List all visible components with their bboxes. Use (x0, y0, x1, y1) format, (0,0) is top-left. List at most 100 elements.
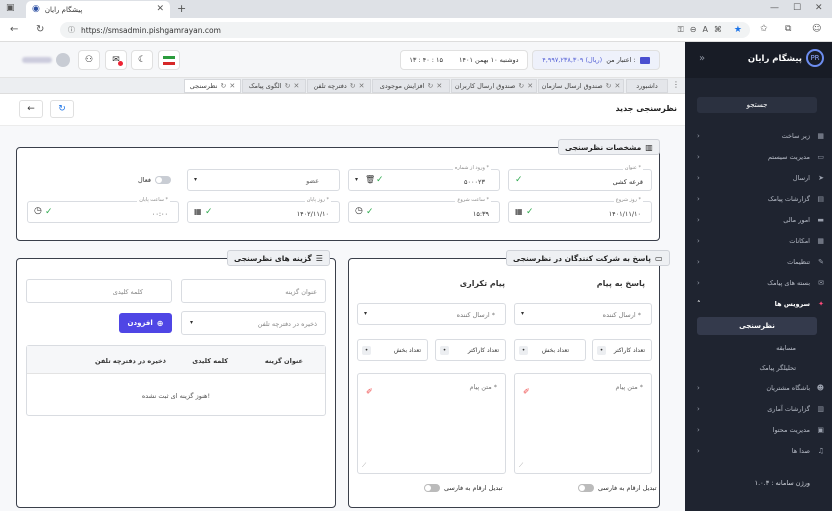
browser-tab[interactable]: ◉ پیشگام رایان ✕ (26, 1, 170, 18)
close-tab-icon[interactable]: ✕ (359, 82, 365, 90)
active-toggle[interactable] (154, 176, 171, 184)
close-tab-icon[interactable]: ✕ (293, 82, 299, 90)
sender-number-select[interactable]: ورود از شماره * ۵۰۰۰۲۳ ▾ 🗑 ✓ (348, 165, 500, 191)
key-icon[interactable]: ⚿ (678, 26, 684, 34)
keyword-input[interactable]: کلمه کلیدی (26, 279, 172, 303)
end-date-field[interactable]: روز پایان * ۱۴۰۲/۱۱/۱۰ ▦ ✓ (187, 197, 340, 223)
brand-logo-icon: PR (806, 49, 824, 67)
tab-dashboard[interactable]: داشبورد (626, 79, 668, 93)
notification-dot (118, 61, 123, 66)
network-button[interactable]: ⚇ (78, 50, 100, 70)
end-time-field[interactable]: ساعت پایان * ۰۰:۰۰ ◷ ✓ (27, 197, 179, 223)
option-title-input[interactable]: عنوان گزینه (181, 279, 326, 303)
reply-sender-select[interactable]: ارسال کننده * ▾ (514, 303, 652, 325)
sidebar-item-packages[interactable]: › بسته های پیامک ✉ (685, 275, 832, 290)
url-field[interactable]: ⓘ https://smsadmin.pishgamrayan.com ⚿ ⊖ … (60, 22, 750, 38)
tab-add-credit[interactable]: افزایش موجودی ↻ ✕ (372, 79, 450, 93)
calendar-icon[interactable]: ▦ (194, 207, 202, 216)
reload-icon[interactable]: ↻ (36, 25, 44, 35)
profile-icon[interactable]: ☺ (812, 25, 821, 34)
messages-button[interactable]: ✉ (105, 50, 127, 70)
sidebar-item-send[interactable]: › ارسال ➤ (685, 170, 832, 185)
plus-circle-icon: ⊕ (156, 318, 164, 328)
eraser-icon[interactable]: ✐ (366, 387, 373, 396)
refresh-button[interactable]: ↻ (50, 100, 74, 118)
dark-mode-button[interactable]: ☾ (131, 50, 153, 70)
collections-icon[interactable]: ⧉ (785, 25, 791, 34)
trash-icon[interactable]: 🗑 (365, 175, 375, 184)
eraser-icon[interactable]: ✐ (523, 387, 530, 396)
reload-tab-icon[interactable]: ↻ (350, 82, 356, 90)
favorites-icon[interactable]: ✩ (760, 25, 768, 34)
reload-tab-icon[interactable]: ↻ (285, 82, 291, 90)
resize-handle-icon[interactable]: ⟋ (519, 462, 523, 470)
sidebar-item-audio[interactable]: › صدا ها ♫ (685, 443, 832, 458)
search-button[interactable]: جستجو (697, 97, 817, 113)
sidebar-item-settings[interactable]: › تنظیمات ✎ (685, 254, 832, 269)
reply-message-textarea[interactable]: متن پیام * ✐ ⟋ (514, 373, 652, 474)
sidebar-subitem-analyzer[interactable]: تحلیلگر پیامک (685, 360, 832, 375)
minimize-icon[interactable]: — (770, 4, 779, 13)
close-window-icon[interactable]: ✕ (815, 4, 823, 13)
tab-sms-pattern[interactable]: الگوی پیامک ↻ ✕ (242, 79, 306, 93)
sidebar-item-stats[interactable]: › گزارشات آماری ▥ (685, 401, 832, 416)
sidebar-item-system[interactable]: › مدیریت سیستم ▭ (685, 149, 832, 164)
back-arrow-icon[interactable]: ← (10, 25, 18, 35)
reload-tab-icon[interactable]: ↻ (221, 82, 227, 90)
start-date-field[interactable]: روز شروع * ۱۴۰۱/۱۱/۱۰ ▦ ✓ (508, 197, 652, 223)
site-logo-icon: ◉ (32, 4, 40, 14)
section-count-badge: • (362, 346, 371, 355)
message-icon: ▭ (654, 253, 663, 263)
close-tab-icon[interactable]: ✕ (156, 5, 164, 14)
tab-user-outbox[interactable]: صندوق ارسال کاربران ↻ ✕ (451, 79, 537, 93)
close-tab-icon[interactable]: ✕ (229, 82, 235, 90)
col-option-title: عنوان گزینه (264, 357, 303, 365)
sidebar-item-content[interactable]: › مدیریت محتوا ▣ (685, 422, 832, 437)
site-info-icon[interactable]: ⓘ (68, 26, 75, 34)
sidebar-item-finance[interactable]: › امور مالی ▬ (685, 212, 832, 227)
new-tab-icon[interactable]: + (177, 3, 186, 14)
sidebar-subitem-survey[interactable]: نظرسنجی (697, 317, 817, 335)
tabs-menu-icon[interactable]: ⋮ (672, 81, 680, 89)
save-phonebook-select[interactable]: ذخیره در دفترچه تلفن ▾ (181, 311, 326, 335)
zoom-icon[interactable]: ⊖ (690, 26, 697, 34)
reload-tab-icon[interactable]: ↻ (427, 82, 433, 90)
sidebar-item-infrastructure[interactable]: › زیر ساخت ▦ (685, 128, 832, 143)
repeat-sender-select[interactable]: ارسال کننده * ▾ (357, 303, 506, 325)
language-flag-button[interactable] (158, 50, 180, 70)
users-icon: ☻ (816, 383, 824, 392)
calendar-icon[interactable]: ▦ (515, 207, 523, 216)
group-select[interactable]: عضو ▾ (187, 169, 340, 191)
reply-convert-toggle[interactable] (578, 484, 594, 492)
close-tab-icon[interactable]: ✕ (615, 82, 621, 90)
close-tab-icon[interactable]: ✕ (527, 82, 533, 90)
tab-org-outbox[interactable]: صندوق ارسال سازمان ↻ ✕ (538, 79, 624, 93)
repeat-message-textarea[interactable]: متن پیام * ✐ ⟋ (357, 373, 506, 474)
add-option-button[interactable]: افزودن ⊕ (119, 313, 172, 333)
window-menu-icon[interactable]: ▣ (6, 4, 15, 13)
tab-phonebook[interactable]: دفترچه تلفن ↻ ✕ (307, 79, 371, 93)
maximize-icon[interactable]: ☐ (793, 4, 801, 13)
tab-survey[interactable]: نظرسنجی ↻ ✕ (184, 79, 241, 93)
user-profile[interactable] (18, 50, 73, 70)
subject-field[interactable]: عنوان * قرعه کشی ✓ (508, 165, 652, 191)
favorite-star-icon[interactable]: ★ (734, 25, 742, 35)
resize-handle-icon[interactable]: ⟋ (362, 462, 366, 470)
reload-tab-icon[interactable]: ↻ (518, 82, 524, 90)
start-time-field[interactable]: ساعت شروع * ۱۵:۳۹ ◷ ✓ (348, 197, 500, 223)
read-aloud-icon[interactable]: A (702, 26, 707, 34)
sidebar-item-features[interactable]: › امکانات ▦ (685, 233, 832, 248)
close-tab-icon[interactable]: ✕ (436, 82, 442, 90)
list-icon: ☰ (315, 253, 323, 263)
sidebar-item-sms-reports[interactable]: › گزارشات پیامک ▤ (685, 191, 832, 206)
sidebar-item-services[interactable]: ˄ سرویس ها ✦ (685, 296, 832, 311)
reload-tab-icon[interactable]: ↻ (606, 82, 612, 90)
back-button[interactable]: ← (19, 100, 43, 118)
repeat-convert-toggle[interactable] (424, 484, 440, 492)
clock-icon[interactable]: ◷ (34, 206, 42, 216)
sidebar-item-customers[interactable]: › باشگاه مشتریان ☻ (685, 380, 832, 395)
extensions-icon[interactable]: ⌘ (714, 26, 722, 34)
collapse-icon[interactable]: » (699, 53, 705, 64)
clock-icon[interactable]: ◷ (355, 206, 363, 216)
sidebar-subitem-contest[interactable]: مسابقه (685, 340, 832, 355)
